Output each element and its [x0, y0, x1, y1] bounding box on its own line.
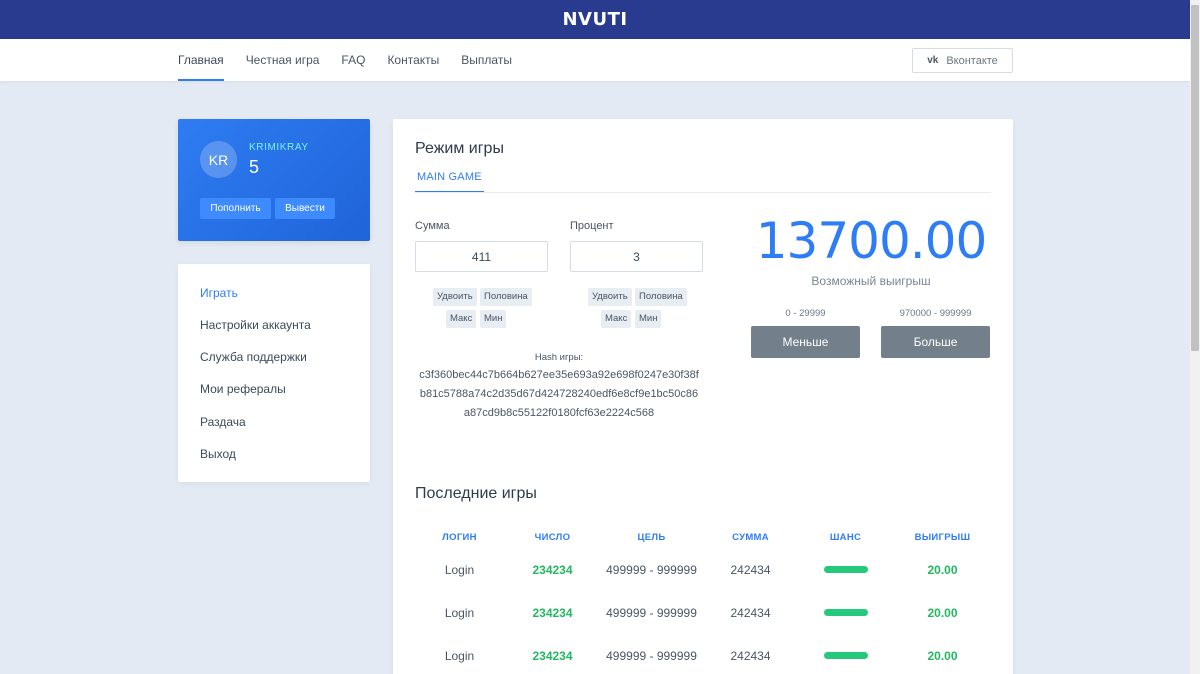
user-balance: 5 [249, 157, 260, 177]
table-cell-number: 234234 [532, 649, 573, 663]
amount-double-button[interactable]: Удвоить [433, 288, 477, 306]
table-cell-sum: 242434 [730, 649, 771, 663]
nav-link-faq[interactable]: FAQ [341, 39, 365, 81]
withdraw-button[interactable]: Вывести [275, 198, 335, 219]
nav-link-fair-game[interactable]: Честная игра [246, 39, 320, 81]
nav-link-home[interactable]: Главная [178, 39, 224, 81]
amount-half-button[interactable]: Половина [480, 288, 532, 306]
amount-input[interactable] [415, 241, 548, 272]
vk-button-label: Вконтакте [946, 54, 998, 67]
top-bar: NVUTI [0, 0, 1190, 39]
column-header-login: ЛОГИН [442, 532, 477, 543]
table-cell-win: 20.00 [927, 649, 958, 663]
recent-games-title: Последние игры [415, 485, 537, 502]
user-card: KR KRIMIKRAY 5 Пополнить Вывести [178, 119, 370, 241]
bet-more-button[interactable]: Больше [881, 326, 990, 358]
bet-less-button[interactable]: Меньше [751, 326, 860, 358]
page-scrollbar[interactable] [1190, 0, 1200, 674]
deposit-button[interactable]: Пополнить [200, 198, 271, 219]
table-cell-number: 234234 [532, 563, 573, 577]
column-header-sum: СУММА [732, 532, 769, 543]
tab-main-game[interactable]: MAIN GAME [415, 171, 484, 193]
column-header-number: ЧИСЛО [534, 532, 571, 543]
amount-min-button[interactable]: Мин [480, 310, 507, 328]
hash-label: Hash игры: [534, 352, 584, 363]
column-header-win: ВЫИГРЫШ [914, 532, 971, 543]
menu-item-account-settings[interactable]: Настройки аккаунта [200, 318, 311, 332]
table-cell-login: Login [444, 606, 475, 620]
hash-value-line: b81c5788a74c2d35d67d424728240edf6e8cf9e1… [419, 388, 699, 400]
column-header-chance: ШАНС [829, 532, 862, 543]
percent-double-button[interactable]: Удвоить [588, 288, 632, 306]
range-high-label: 970000 - 999999 [899, 308, 972, 319]
percent-label: Процент [570, 220, 614, 232]
game-mode-title: Режим игры [415, 140, 504, 157]
hash-value-line: a87cd9b8c55122f0180fcf63e2224c568 [463, 407, 655, 419]
game-panel: Режим игры MAIN GAME Сумма Удвоить Полов… [393, 119, 1013, 674]
table-cell-number: 234234 [532, 606, 573, 620]
range-low-label: 0 - 29999 [785, 308, 826, 319]
table-cell-win: 20.00 [927, 563, 958, 577]
nav-links: Главная Честная игра FAQ Контакты Выплат… [178, 39, 534, 81]
menu-item-play[interactable]: Играть [200, 286, 238, 300]
table-cell-target: 499999 - 999999 [606, 563, 697, 577]
percent-max-button[interactable]: Макс [601, 310, 632, 328]
table-cell-target: 499999 - 999999 [606, 649, 697, 663]
menu-item-logout[interactable]: Выход [200, 447, 236, 461]
column-header-target: ЦЕЛЬ [637, 532, 666, 543]
percent-half-button[interactable]: Половина [635, 288, 687, 306]
percent-input[interactable] [570, 241, 703, 272]
hash-value-line: c3f360bec44c7b664b627ee35e693a92e698f024… [419, 369, 699, 381]
vk-button[interactable]: vk Вконтакте [912, 48, 1013, 73]
chance-bar [824, 652, 868, 659]
table-cell-login: Login [444, 649, 475, 663]
nav-link-payouts[interactable]: Выплаты [461, 39, 512, 81]
brand-logo[interactable]: NVUTI [562, 9, 627, 30]
amount-max-button[interactable]: Макс [446, 310, 477, 328]
table-cell-sum: 242434 [730, 563, 771, 577]
possible-win-value: 13700.00 [755, 212, 988, 270]
menu-item-support[interactable]: Служба поддержки [200, 350, 307, 364]
vk-icon: vk [927, 55, 939, 66]
side-menu: Играть Настройки аккаунта Служба поддерж… [178, 264, 370, 482]
table-cell-target: 499999 - 999999 [606, 606, 697, 620]
table-cell-login: Login [444, 563, 475, 577]
tabs-divider [415, 192, 991, 193]
chance-bar [824, 609, 868, 616]
scrollbar-thumb[interactable] [1191, 5, 1199, 351]
percent-min-button[interactable]: Мин [635, 310, 662, 328]
nav-bar: Главная Честная игра FAQ Контакты Выплат… [0, 39, 1190, 81]
possible-win-label: Возможный выигрыш [811, 274, 931, 288]
menu-item-giveaway[interactable]: Раздача [200, 415, 246, 429]
avatar: KR [200, 141, 237, 178]
chance-bar [824, 566, 868, 573]
amount-label: Сумма [415, 220, 450, 232]
nav-link-contacts[interactable]: Контакты [387, 39, 439, 81]
table-cell-win: 20.00 [927, 606, 958, 620]
table-cell-sum: 242434 [730, 606, 771, 620]
menu-item-referrals[interactable]: Мои рефералы [200, 382, 286, 396]
username: KRIMIKRAY [249, 142, 309, 153]
